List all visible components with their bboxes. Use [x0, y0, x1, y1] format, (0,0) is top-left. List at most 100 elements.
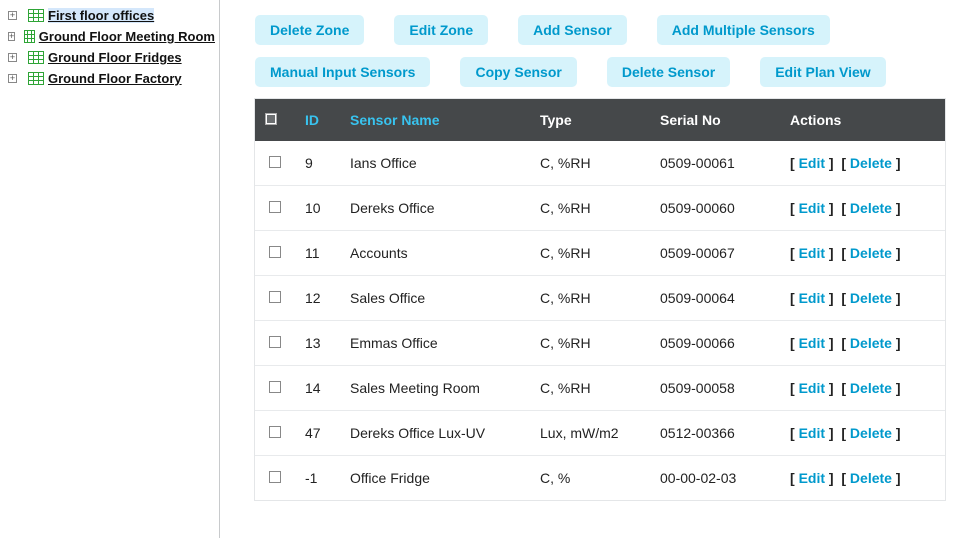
bracket-close: ] — [825, 290, 834, 306]
delete-link[interactable]: Delete — [850, 425, 892, 441]
cell-name: Dereks Office Lux-UV — [340, 411, 530, 456]
table-row: 12Sales OfficeC, %RH0509-00064[ Edit ] [… — [255, 276, 945, 321]
header-sensor-name[interactable]: Sensor Name — [340, 99, 530, 141]
cell-actions: [ Edit ] [ Delete ] — [780, 141, 945, 186]
row-checkbox[interactable] — [269, 381, 281, 393]
edit-link[interactable]: Edit — [799, 245, 825, 261]
cell-id: 11 — [295, 231, 340, 276]
table-row: 14Sales Meeting RoomC, %RH0509-00058[ Ed… — [255, 366, 945, 411]
edit-plan-view-button[interactable]: Edit Plan View — [760, 57, 885, 87]
cell-actions: [ Edit ] [ Delete ] — [780, 411, 945, 456]
row-checkbox-cell — [255, 456, 295, 501]
cell-actions: [ Edit ] [ Delete ] — [780, 456, 945, 501]
row-checkbox-cell — [255, 276, 295, 321]
manual-input-sensors-button[interactable]: Manual Input Sensors — [255, 57, 430, 87]
row-checkbox-cell — [255, 186, 295, 231]
cell-type: C, %RH — [530, 186, 650, 231]
zone-tree: + First floor offices + Ground Floor Meetin… — [0, 0, 220, 538]
header-id[interactable]: ID — [295, 99, 340, 141]
row-checkbox[interactable] — [269, 156, 281, 168]
row-checkbox-cell — [255, 231, 295, 276]
row-checkbox[interactable] — [269, 291, 281, 303]
tree-item-label[interactable]: First floor offices — [48, 8, 154, 23]
zone-grid-icon — [28, 9, 44, 22]
expand-icon[interactable]: + — [8, 32, 15, 41]
bracket-open: [ — [790, 425, 799, 441]
cell-serial: 0509-00060 — [650, 186, 780, 231]
edit-link[interactable]: Edit — [799, 425, 825, 441]
bracket-open: [ — [790, 335, 799, 351]
cell-type: C, %RH — [530, 276, 650, 321]
row-checkbox[interactable] — [269, 336, 281, 348]
row-checkbox[interactable] — [269, 246, 281, 258]
bracket-close: ] — [892, 200, 901, 216]
tree-item-label[interactable]: Ground Floor Factory — [48, 71, 182, 86]
delete-zone-button[interactable]: Delete Zone — [255, 15, 364, 45]
edit-link[interactable]: Edit — [799, 155, 825, 171]
delete-sensor-button[interactable]: Delete Sensor — [607, 57, 730, 87]
delete-link[interactable]: Delete — [850, 155, 892, 171]
cell-type: C, %RH — [530, 321, 650, 366]
cell-id: 12 — [295, 276, 340, 321]
zone-grid-icon — [28, 72, 44, 85]
add-sensor-button[interactable]: Add Sensor — [518, 15, 627, 45]
tree-item[interactable]: + Ground Floor Fridges — [8, 48, 215, 67]
bracket-close: ] — [892, 290, 901, 306]
row-checkbox[interactable] — [269, 201, 281, 213]
tree-item[interactable]: + Ground Floor Meeting Room — [8, 27, 215, 46]
cell-serial: 0509-00067 — [650, 231, 780, 276]
bracket-open: [ — [790, 470, 799, 486]
bracket-close: ] — [825, 380, 834, 396]
copy-sensor-button[interactable]: Copy Sensor — [460, 57, 576, 87]
row-checkbox[interactable] — [269, 426, 281, 438]
cell-name: Office Fridge — [340, 456, 530, 501]
bracket-close: ] — [825, 245, 834, 261]
cell-actions: [ Edit ] [ Delete ] — [780, 321, 945, 366]
bracket-open: [ — [841, 155, 850, 171]
cell-id: 14 — [295, 366, 340, 411]
expand-icon[interactable]: + — [8, 74, 17, 83]
add-multiple-sensors-button[interactable]: Add Multiple Sensors — [657, 15, 830, 45]
delete-link[interactable]: Delete — [850, 245, 892, 261]
expand-icon[interactable]: + — [8, 53, 17, 62]
delete-link[interactable]: Delete — [850, 335, 892, 351]
cell-actions: [ Edit ] [ Delete ] — [780, 231, 945, 276]
table-row: 13Emmas OfficeC, %RH0509-00066[ Edit ] [… — [255, 321, 945, 366]
tree-item[interactable]: + Ground Floor Factory — [8, 69, 215, 88]
bracket-close: ] — [892, 335, 901, 351]
expand-icon[interactable]: + — [8, 11, 17, 20]
bracket-close: ] — [825, 470, 834, 486]
bracket-close: ] — [892, 155, 901, 171]
delete-link[interactable]: Delete — [850, 200, 892, 216]
table-header-row: ID Sensor Name Type Serial No Actions — [255, 99, 945, 141]
edit-link[interactable]: Edit — [799, 290, 825, 306]
delete-link[interactable]: Delete — [850, 470, 892, 486]
edit-link[interactable]: Edit — [799, 335, 825, 351]
select-all-checkbox[interactable] — [265, 113, 277, 125]
cell-name: Dereks Office — [340, 186, 530, 231]
bracket-open: [ — [841, 470, 850, 486]
cell-type: C, %RH — [530, 141, 650, 186]
cell-type: C, %RH — [530, 231, 650, 276]
header-serial-no: Serial No — [650, 99, 780, 141]
tree-item[interactable]: + First floor offices — [8, 6, 215, 25]
cell-serial: 0509-00064 — [650, 276, 780, 321]
edit-link[interactable]: Edit — [799, 380, 825, 396]
tree-item-label[interactable]: Ground Floor Fridges — [48, 50, 182, 65]
edit-link[interactable]: Edit — [799, 470, 825, 486]
bracket-open: [ — [841, 380, 850, 396]
cell-serial: 0509-00058 — [650, 366, 780, 411]
delete-link[interactable]: Delete — [850, 290, 892, 306]
edit-link[interactable]: Edit — [799, 200, 825, 216]
cell-type: Lux, mW/m2 — [530, 411, 650, 456]
bracket-close: ] — [825, 155, 834, 171]
tree-item-label[interactable]: Ground Floor Meeting Room — [39, 29, 215, 44]
delete-link[interactable]: Delete — [850, 380, 892, 396]
edit-zone-button[interactable]: Edit Zone — [394, 15, 488, 45]
cell-name: Sales Office — [340, 276, 530, 321]
zone-grid-icon — [24, 30, 35, 43]
row-checkbox[interactable] — [269, 471, 281, 483]
bracket-open: [ — [841, 290, 850, 306]
cell-actions: [ Edit ] [ Delete ] — [780, 366, 945, 411]
cell-name: Sales Meeting Room — [340, 366, 530, 411]
